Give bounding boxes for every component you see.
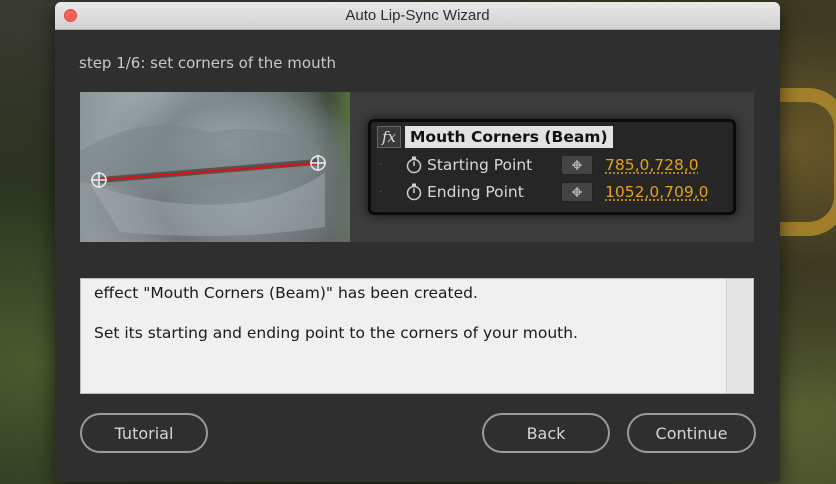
window-title: Auto Lip-Sync Wizard bbox=[345, 7, 490, 24]
message-line-instruction: Set its starting and ending point to the… bbox=[94, 324, 578, 342]
message-scrollbar[interactable] bbox=[726, 279, 753, 393]
mouth-corners-photo bbox=[80, 92, 350, 242]
continue-button[interactable]: Continue bbox=[627, 413, 756, 453]
title-bar: Auto Lip-Sync Wizard bbox=[55, 2, 780, 30]
effect-header: fx Mouth Corners (Beam) bbox=[377, 126, 613, 148]
property-label: Starting Point bbox=[427, 156, 533, 174]
effect-name: Mouth Corners (Beam) bbox=[405, 126, 613, 148]
message-line-created: effect "Mouth Corners (Beam)" has been c… bbox=[94, 284, 478, 302]
tutorial-button[interactable]: Tutorial bbox=[80, 413, 208, 453]
step-label: step 1/6: set corners of the mouth bbox=[79, 54, 336, 72]
property-row-ending-point: · Ending Point 1052,0,709,0 bbox=[379, 180, 709, 204]
stopwatch-icon[interactable] bbox=[405, 182, 427, 202]
property-value[interactable]: 1052,0,709,0 bbox=[605, 183, 709, 201]
property-label: Ending Point bbox=[427, 183, 524, 201]
close-window-button[interactable] bbox=[64, 9, 77, 22]
effect-controls-panel: fx Mouth Corners (Beam) · Starting Point… bbox=[368, 119, 736, 215]
message-text-area[interactable]: effect "Mouth Corners (Beam)" has been c… bbox=[80, 278, 754, 394]
property-value[interactable]: 785,0,728,0 bbox=[605, 156, 699, 174]
crosshair-target-icon[interactable] bbox=[561, 182, 593, 202]
property-row-starting-point: · Starting Point 785,0,728,0 bbox=[379, 153, 699, 177]
instruction-illustration: fx Mouth Corners (Beam) · Starting Point… bbox=[80, 92, 754, 242]
row-dot: · bbox=[379, 186, 383, 198]
crosshair-target-icon[interactable] bbox=[561, 155, 593, 175]
fx-icon: fx bbox=[377, 126, 401, 148]
wizard-window: Auto Lip-Sync Wizard step 1/6: set corne… bbox=[55, 2, 780, 482]
row-dot: · bbox=[379, 159, 383, 171]
stopwatch-icon[interactable] bbox=[405, 155, 427, 175]
back-button[interactable]: Back bbox=[482, 413, 610, 453]
